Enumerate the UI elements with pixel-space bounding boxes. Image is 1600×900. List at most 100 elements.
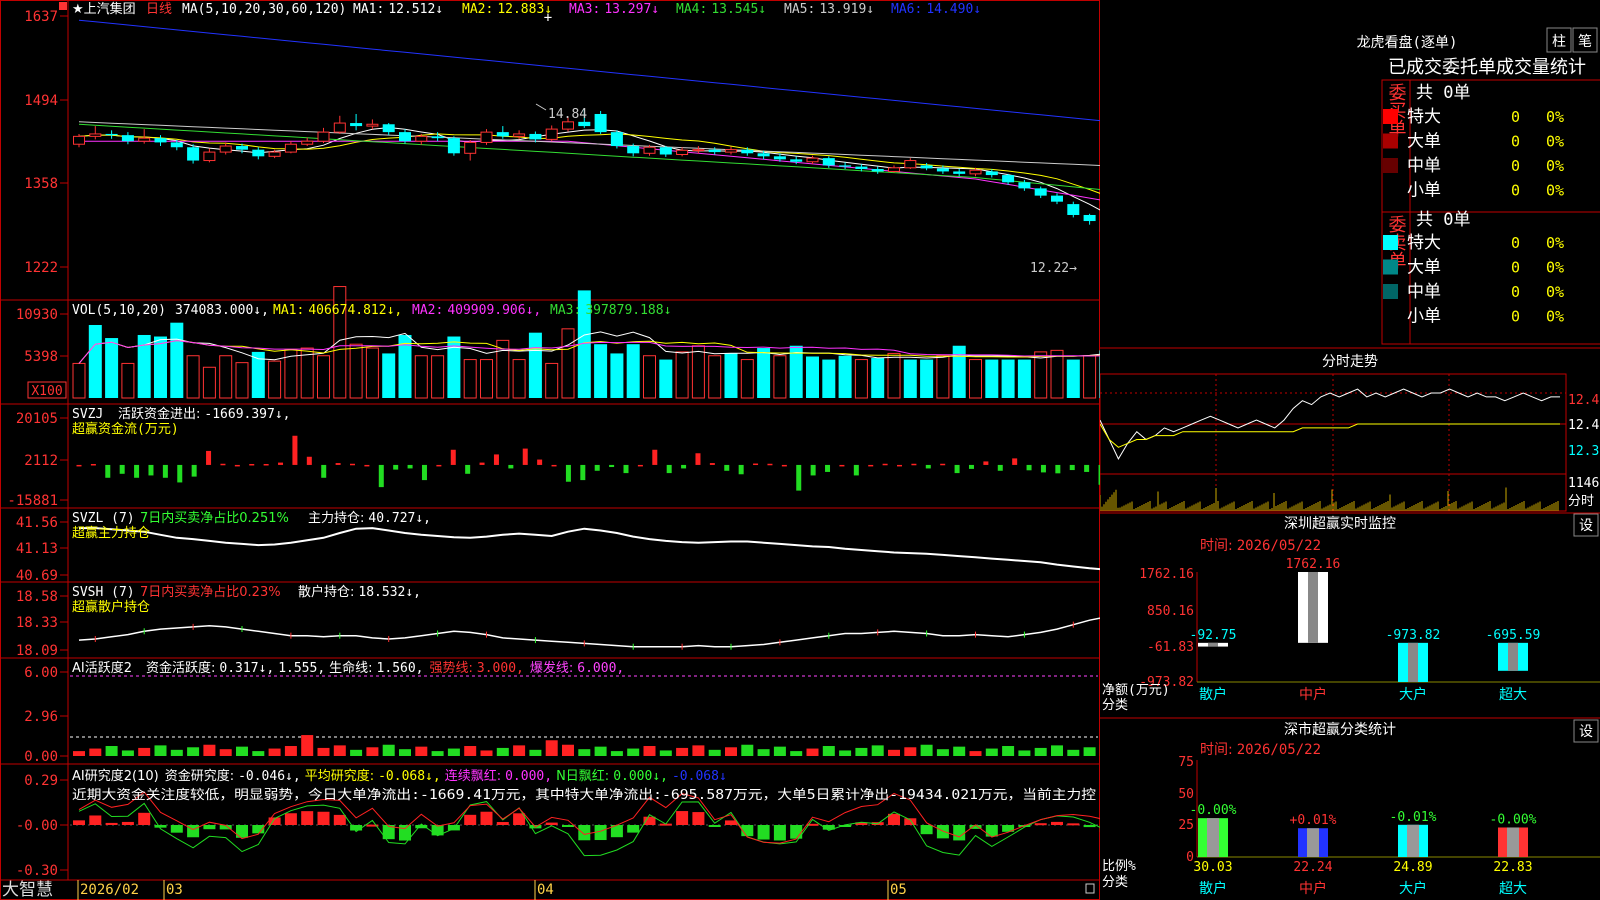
ai-active-fund-value: 0.317↓, bbox=[219, 661, 274, 676]
ai-active-bar bbox=[545, 740, 558, 756]
ai-research-bar bbox=[480, 811, 493, 825]
svzj-bar bbox=[493, 454, 499, 465]
svzj-bar bbox=[191, 464, 197, 477]
svzj-bar bbox=[292, 435, 298, 465]
svg-text:SVSH (7)7日内买卖净占比0.23%散户持仓:18.5: SVSH (7) 7日内买卖净占比0.23% 散户持仓: 18.532↓, bbox=[72, 584, 421, 600]
candle-body bbox=[317, 131, 330, 142]
ai-active-bar bbox=[252, 751, 265, 756]
volume-bar bbox=[1066, 359, 1080, 398]
candle bbox=[1034, 186, 1047, 199]
ai-active-bar bbox=[138, 747, 151, 756]
volume-bar bbox=[757, 348, 771, 398]
main-kline-chart[interactable]: 1637 1494 1358 1222 10930 5398 20105 211… bbox=[0, 0, 1100, 900]
svzj-bar bbox=[465, 464, 471, 474]
candle bbox=[676, 147, 689, 157]
monitor-category-label: 大户 bbox=[1399, 686, 1427, 703]
svzj-bar bbox=[321, 464, 327, 478]
volume-bar bbox=[724, 353, 738, 398]
intraday-avg-line bbox=[1100, 423, 1560, 448]
candle-body bbox=[447, 138, 460, 154]
volume-bar bbox=[626, 344, 640, 398]
axis-ticks bbox=[60, 15, 68, 871]
volume-bar bbox=[773, 355, 787, 399]
monitor-bar-value: -973.82 bbox=[1386, 628, 1441, 643]
ai-active-bar bbox=[562, 744, 574, 756]
svsh-axis-label: 18.33 bbox=[16, 615, 58, 631]
sell-total: 共 0单 bbox=[1416, 210, 1470, 230]
svzj-bar bbox=[853, 464, 859, 476]
svzj-bar bbox=[350, 463, 356, 466]
class-value-label: 22.83 bbox=[1493, 860, 1532, 875]
candle-body bbox=[773, 156, 786, 160]
volume-bar bbox=[610, 353, 624, 398]
candle-body bbox=[529, 133, 542, 140]
svzj-bar bbox=[637, 464, 643, 467]
ai-research-bar bbox=[757, 825, 770, 840]
candle-body bbox=[513, 133, 526, 137]
vol-unit-label[interactable]: X100 bbox=[31, 384, 62, 399]
candle-body bbox=[1083, 214, 1096, 222]
ai-active-bar bbox=[480, 750, 493, 756]
ai-active-axis-label: 0.00 bbox=[24, 749, 58, 765]
legend-swatch bbox=[1383, 235, 1398, 250]
vol-ma1-value: 406674.812↓, bbox=[308, 303, 402, 318]
period-label[interactable]: 日线 bbox=[146, 2, 172, 17]
volume-bar bbox=[594, 344, 608, 398]
svzl-line bbox=[79, 527, 1100, 571]
intraday-chart[interactable] bbox=[1100, 388, 1560, 511]
svzj-bar bbox=[882, 463, 888, 466]
ai-research-bar bbox=[1067, 823, 1080, 826]
svzj-bar bbox=[393, 464, 399, 470]
volume-bar bbox=[88, 324, 102, 398]
order-size-label: 中单 bbox=[1407, 282, 1441, 302]
ai-active-bar bbox=[447, 748, 460, 756]
ai-research-bar bbox=[578, 825, 591, 841]
candle bbox=[284, 141, 297, 154]
volume-bar bbox=[170, 322, 184, 398]
ai-research-cont-value: 0.000, bbox=[505, 769, 552, 784]
ai-research-n-value: 0.000↓, bbox=[613, 769, 668, 784]
ai-research-comment: 近期大资金关注度较低，明显弱势，今日大单净流出:-1669.41万元，其中特大单… bbox=[72, 787, 1096, 803]
class-value-label: 30.03 bbox=[1193, 860, 1232, 875]
ai-active-bar bbox=[187, 747, 200, 756]
order-percent: 0% bbox=[1546, 234, 1564, 252]
svzl-line-path bbox=[79, 527, 1100, 571]
candle bbox=[1083, 213, 1096, 225]
svzj-bar bbox=[234, 464, 240, 467]
volume-bar bbox=[186, 355, 200, 399]
ai-research-bar bbox=[154, 825, 167, 828]
dragon-tab-title[interactable]: 已成交委托单成交量统计 bbox=[1388, 57, 1586, 78]
ai-research-axis-label: -0.00 bbox=[16, 818, 58, 834]
ma3-value: 13.297↓ bbox=[604, 2, 659, 17]
svg-text:SVZL (7)7日内买卖净占比0.251%主力持仓:40.: SVZL (7) 7日内买卖净占比0.251% 主力持仓: 40.727↓, bbox=[72, 510, 431, 526]
svzj-bar bbox=[119, 464, 125, 474]
sz-class-axis-label: 25 bbox=[1178, 818, 1194, 833]
svzj-bar bbox=[479, 462, 485, 465]
svzj-bar bbox=[1084, 464, 1090, 472]
svzl-axis-label: 41.13 bbox=[16, 541, 58, 557]
candle bbox=[154, 135, 167, 147]
ma6-line bbox=[78, 19, 1100, 122]
svzj-bar bbox=[580, 464, 586, 481]
bottom-date-bar: 大智慧 2026/02 03 04 05 bbox=[0, 880, 1100, 900]
stock-name[interactable]: ★上汽集团 bbox=[72, 1, 136, 17]
ma5-value: 13.919↓ bbox=[819, 2, 874, 17]
volume-bar bbox=[365, 347, 379, 399]
price-axis-label: 1637 bbox=[24, 9, 58, 25]
volume-bar bbox=[903, 359, 917, 398]
date-label: 04 bbox=[537, 882, 554, 898]
ai-active-bar bbox=[170, 749, 183, 756]
class-bar-shade bbox=[1507, 827, 1519, 857]
candle-body bbox=[969, 169, 982, 175]
ai-research-bar bbox=[545, 822, 558, 825]
svzj-bar bbox=[594, 464, 600, 471]
ai-active-bar bbox=[757, 749, 770, 756]
sz-class-time-label: 时间: bbox=[1200, 742, 1233, 758]
volume-bar bbox=[806, 356, 819, 398]
svg-text:MA1:12.512↓ MA2:12.883↓: MA1: 12.512↓ MA2: 12.883↓ MA3: 13.297↓ MA4:… bbox=[353, 2, 981, 17]
candle bbox=[725, 146, 737, 155]
corner-marker[interactable] bbox=[59, 2, 67, 10]
vol-ma2-label: MA2: bbox=[412, 303, 443, 318]
candle-body bbox=[741, 149, 754, 154]
ai-active-strong-value: 3.000, bbox=[477, 661, 524, 676]
